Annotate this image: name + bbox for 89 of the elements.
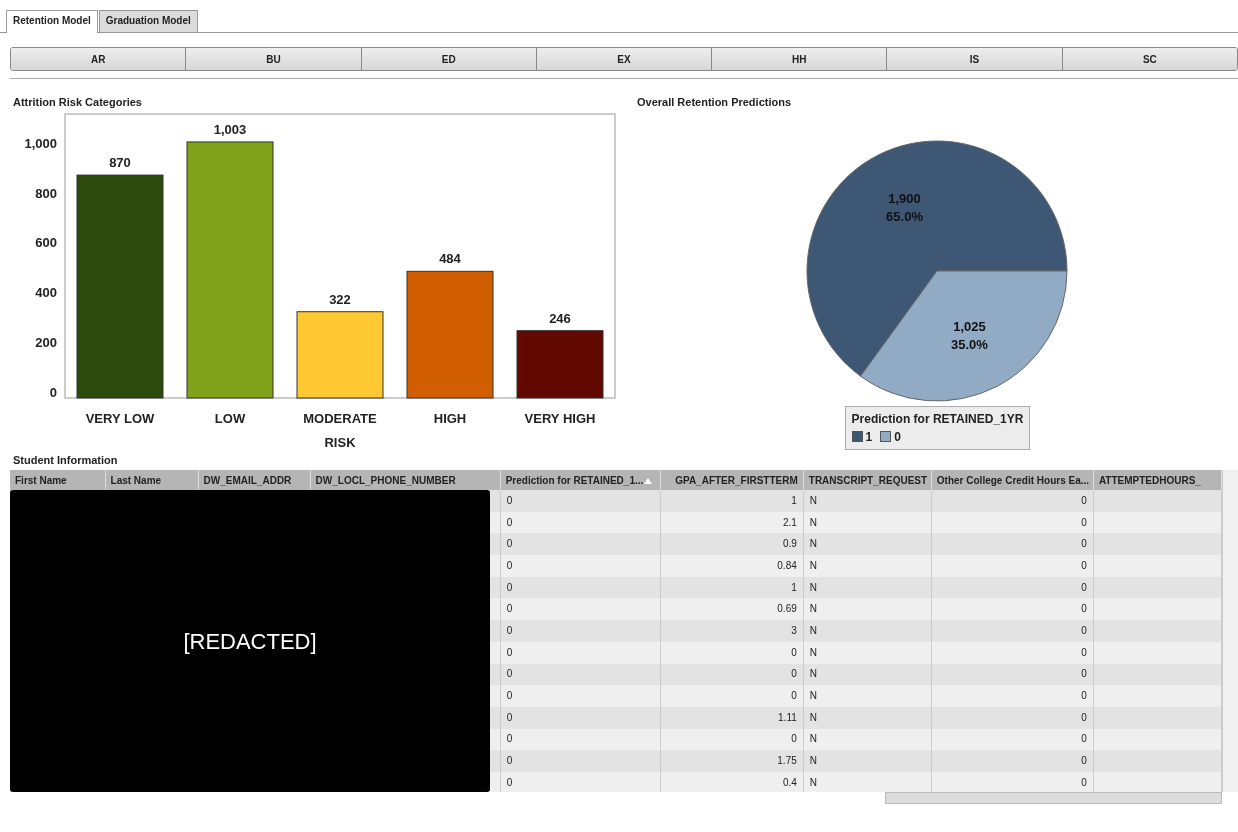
column-header[interactable]: ATTEMPTEDHOURS_ bbox=[1093, 470, 1222, 490]
table-cell: N bbox=[803, 598, 932, 621]
category-label: VERY HIGH bbox=[524, 410, 596, 426]
vertical-scrollbar[interactable] bbox=[1222, 470, 1238, 792]
segment-button[interactable]: AR bbox=[11, 48, 186, 70]
table-cell: 0 bbox=[931, 576, 1094, 599]
percent-label: 35.0% bbox=[951, 336, 988, 352]
axis-tick-label: 800 bbox=[35, 185, 57, 201]
chart-title: Overall Retention Predictions bbox=[637, 95, 793, 110]
column-header[interactable]: GPA_AFTER_FIRSTTERM bbox=[660, 470, 804, 490]
column-header[interactable]: First Name bbox=[10, 470, 106, 490]
axis-tick-label: 1,000 bbox=[24, 135, 57, 151]
segment-button[interactable]: BU bbox=[185, 48, 361, 70]
segment-button[interactable]: IS bbox=[886, 48, 1062, 70]
table-cell: 0 bbox=[500, 620, 661, 642]
column-header[interactable]: Last Name bbox=[105, 470, 199, 490]
column-header[interactable]: DW_LOCL_PHONE_NUMBER bbox=[310, 470, 501, 490]
redaction-block: [REDACTED] bbox=[10, 490, 490, 792]
column-header[interactable]: DW_EMAIL_ADDR bbox=[198, 470, 311, 490]
table-cell: 0 bbox=[931, 641, 1094, 664]
tab[interactable]: Retention Model bbox=[6, 10, 98, 33]
table-cell: 0 bbox=[500, 511, 661, 534]
column-header[interactable]: Other College Credit Hours Ea... bbox=[931, 470, 1094, 490]
table-cell: 0 bbox=[931, 533, 1094, 556]
table-cell: 0 bbox=[931, 706, 1094, 729]
table-cell: 0 bbox=[931, 598, 1094, 621]
table-cell: 0 bbox=[500, 663, 661, 686]
table-cell: 3 bbox=[660, 620, 804, 642]
data-label: 246 bbox=[549, 310, 571, 326]
table-cell: N bbox=[803, 685, 932, 707]
axis-tick-label: 200 bbox=[35, 334, 57, 350]
table-cell: 0.9 bbox=[660, 533, 804, 556]
table-cell: N bbox=[803, 750, 932, 772]
table-cell: 0 bbox=[500, 685, 661, 707]
table-cell: 0 bbox=[931, 728, 1094, 751]
axis-tick-label: 0 bbox=[49, 384, 57, 400]
category-label: MODERATE bbox=[303, 410, 377, 426]
data-label: 870 bbox=[109, 154, 131, 170]
table-cell: 0 bbox=[931, 511, 1094, 534]
category-label: VERY LOW bbox=[85, 410, 155, 426]
table-cell: 0.84 bbox=[660, 555, 804, 577]
category-label: HIGH bbox=[433, 410, 467, 426]
axis-tick-label: 400 bbox=[35, 284, 57, 300]
column-header[interactable]: TRANSCRIPT_REQUEST bbox=[803, 470, 932, 490]
table-cell: 0 bbox=[931, 685, 1094, 707]
table-cell: 0 bbox=[660, 685, 804, 707]
table-cell: 0 bbox=[931, 555, 1094, 577]
legend-item: 0 bbox=[880, 427, 901, 446]
sort-ascending-icon bbox=[643, 478, 652, 484]
table-cell: 0 bbox=[931, 750, 1094, 772]
chart-title: Attrition Risk Categories bbox=[13, 95, 143, 110]
table-cell: N bbox=[803, 620, 932, 642]
table-cell: 0 bbox=[500, 750, 661, 772]
table-cell: N bbox=[803, 490, 932, 512]
segment-button[interactable]: SC bbox=[1061, 48, 1237, 70]
table-cell: 0 bbox=[500, 576, 661, 599]
table-cell: 1.75 bbox=[660, 750, 804, 772]
axis-tick-label: 600 bbox=[35, 234, 57, 250]
data-label: 322 bbox=[329, 291, 351, 307]
table-cell: 0 bbox=[500, 641, 661, 664]
legend-item: 1 bbox=[851, 427, 873, 446]
legend-title: Prediction for RETAINED_1YR bbox=[851, 410, 1024, 428]
data-label: 1,025 bbox=[953, 318, 986, 334]
table-cell: 0.69 bbox=[660, 598, 804, 621]
table-cell: 0 bbox=[500, 490, 661, 512]
table-cell: 0 bbox=[500, 533, 661, 556]
table-cell: N bbox=[803, 533, 932, 556]
table-cell: 0 bbox=[500, 598, 661, 621]
axis-title: RISK bbox=[324, 434, 356, 450]
table-cell: 0 bbox=[500, 555, 661, 577]
table-cell: 0 bbox=[931, 663, 1094, 686]
column-header[interactable]: Prediction for RETAINED_1... bbox=[500, 470, 661, 490]
table-title: Student Information bbox=[13, 453, 119, 468]
percent-label: 65.0% bbox=[886, 208, 923, 224]
table-cell: 1 bbox=[660, 490, 804, 512]
table-cell: N bbox=[803, 555, 932, 577]
table-cell: 0 bbox=[500, 706, 661, 729]
tab[interactable]: Graduation Model bbox=[98, 10, 198, 32]
segment-button[interactable]: ED bbox=[360, 48, 536, 70]
segment-button[interactable]: HH bbox=[711, 48, 887, 70]
table-cell: 0 bbox=[500, 728, 661, 751]
data-label: 484 bbox=[439, 250, 461, 266]
table-cell: 0 bbox=[931, 490, 1094, 512]
category-label: LOW bbox=[214, 410, 246, 426]
segment-button[interactable]: EX bbox=[535, 48, 712, 70]
data-label: 1,003 bbox=[213, 121, 247, 137]
data-label: 1,900 bbox=[888, 190, 921, 206]
horizontal-scrollbar[interactable] bbox=[885, 792, 1222, 804]
table-cell: 0 bbox=[931, 620, 1094, 642]
